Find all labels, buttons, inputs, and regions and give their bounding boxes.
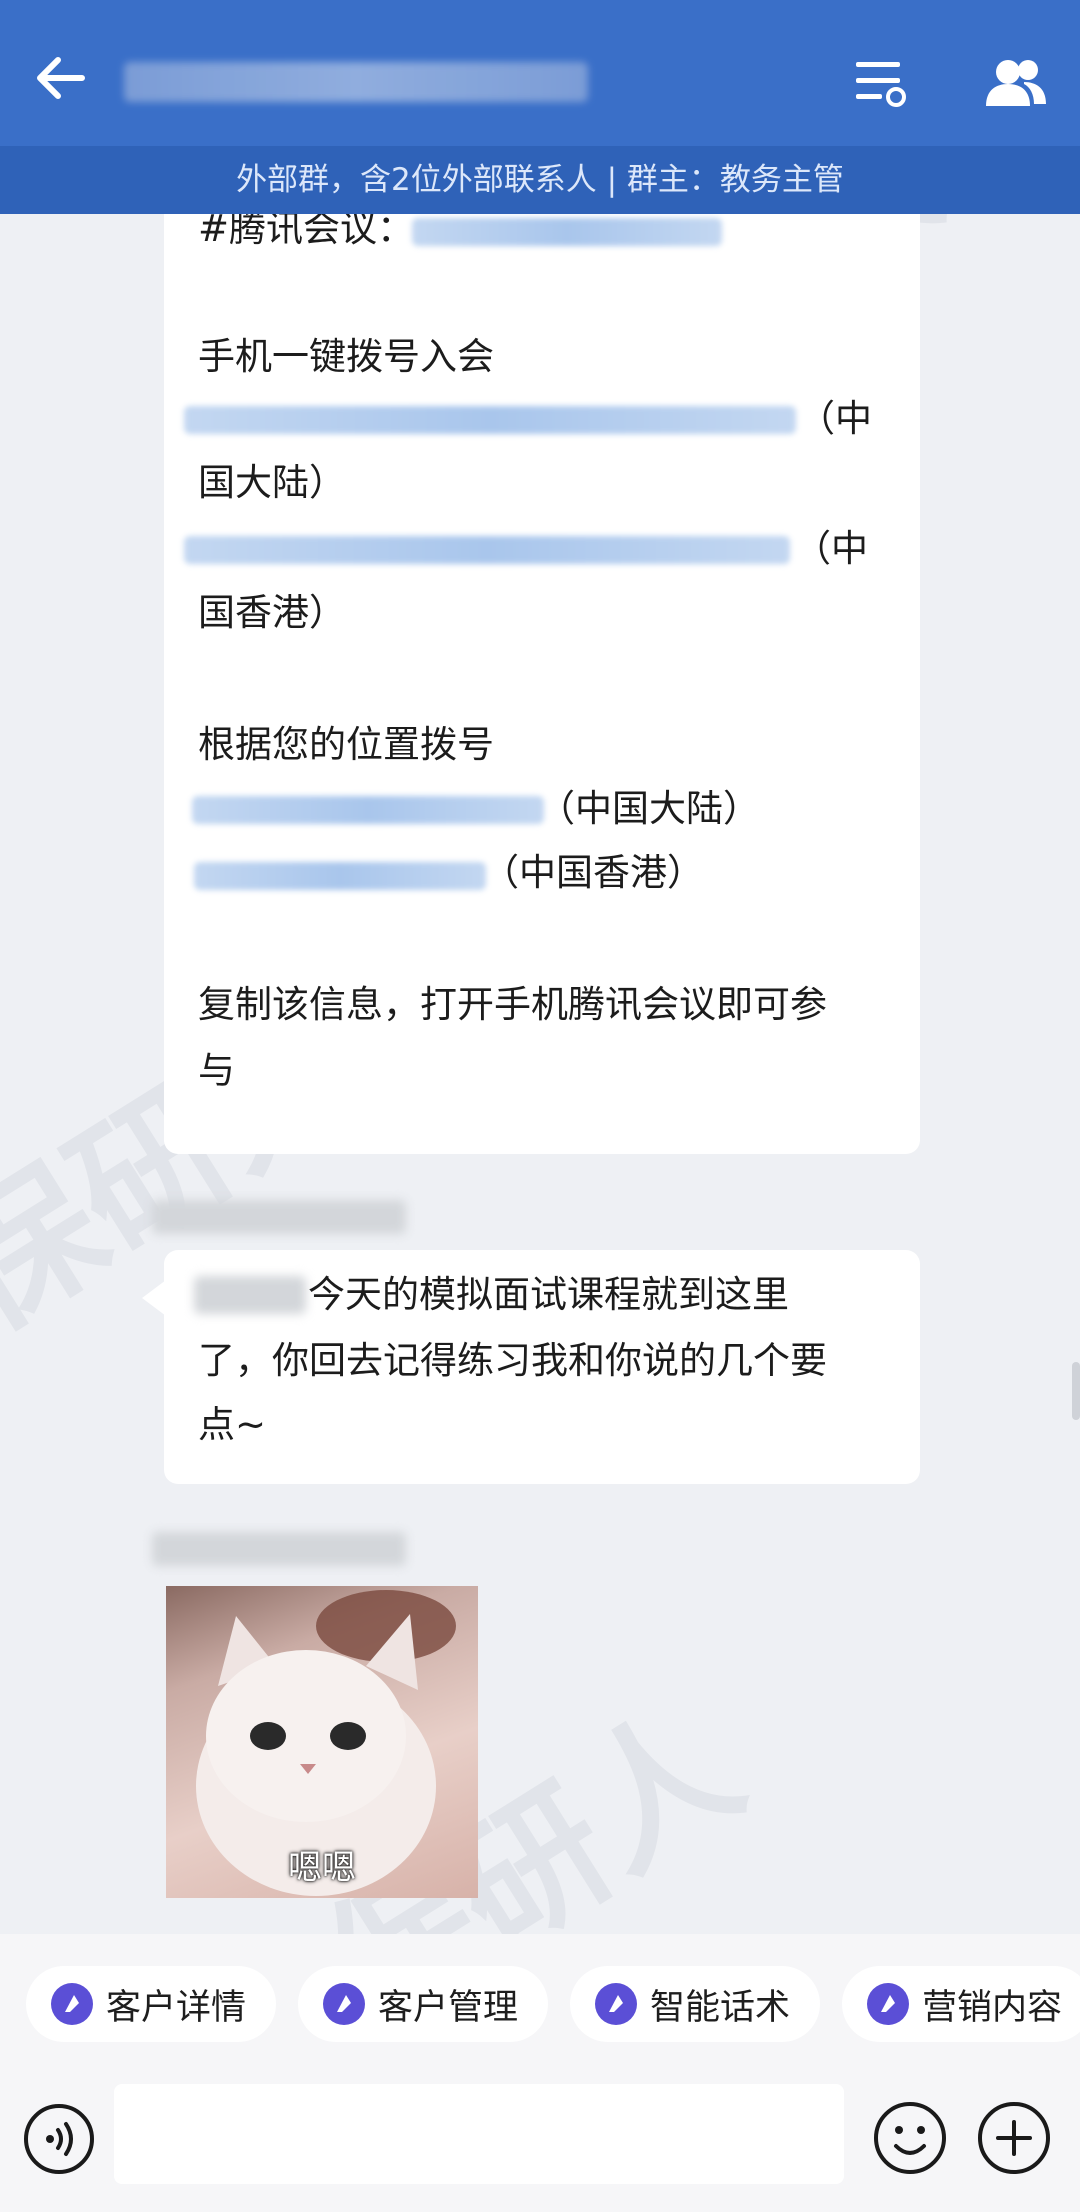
tool-label: 智能话术 xyxy=(650,1987,791,2028)
message-text: 了，你回去记得练习我和你说的几个要 xyxy=(198,1339,827,1382)
toolkit-icon xyxy=(595,1983,637,2025)
tool-label: 营销内容 xyxy=(922,1987,1063,2028)
redacted-meeting-id xyxy=(412,218,722,246)
toolkit-icon xyxy=(867,1983,909,2025)
message-list[interactable]: #腾讯会议： 手机一键拨号入会 （中 国大陆） （中 国香港） 根据您的位置拨号… xyxy=(0,214,1080,1934)
dial-in-heading: 手机一键拨号入会 xyxy=(198,335,494,378)
message-text: 点~ xyxy=(198,1403,267,1446)
tool-customer-details[interactable]: 客户详情 xyxy=(26,1966,276,2042)
toolkit-icon xyxy=(51,1983,93,2025)
redacted-phone xyxy=(184,536,790,564)
scrollbar[interactable] xyxy=(1072,1362,1080,1420)
cat-sticker-image[interactable]: 嗯嗯 xyxy=(166,1586,478,1898)
chat-header xyxy=(0,0,1080,146)
region-suffix: 国大陆） xyxy=(198,461,346,504)
tool-customer-management[interactable]: 客户管理 xyxy=(298,1966,548,2042)
bubble-tail xyxy=(142,1280,166,1316)
message-text: 今天的模拟面试课程就到这里 xyxy=(308,1273,789,1316)
filter-settings-icon[interactable] xyxy=(852,54,908,110)
message-input-bar xyxy=(0,2064,1080,2212)
voice-input-icon[interactable] xyxy=(22,2102,96,2176)
tool-marketing-content[interactable]: 营销内容 xyxy=(842,1966,1080,2042)
tool-smart-scripts[interactable]: 智能话术 xyxy=(570,1966,820,2042)
toolkit-icon xyxy=(323,1983,365,2025)
region-suffix: （中 xyxy=(798,397,872,440)
tool-label: 客户详情 xyxy=(106,1987,247,2028)
chat-title-redacted xyxy=(124,62,588,102)
region-label: （中国香港） xyxy=(482,851,704,894)
redacted-phone xyxy=(192,796,544,824)
location-dial-heading: 根据您的位置拨号 xyxy=(198,723,494,766)
tool-label: 客户管理 xyxy=(378,1987,519,2028)
back-arrow-icon[interactable] xyxy=(30,48,90,108)
emoji-icon[interactable] xyxy=(872,2100,948,2176)
sticker-caption: 嗯嗯 xyxy=(288,1848,356,1888)
redacted-phone xyxy=(194,862,486,890)
meeting-message-bubble[interactable]: #腾讯会议： 手机一键拨号入会 （中 国大陆） （中 国香港） 根据您的位置拨号… xyxy=(164,214,920,1154)
sender-name-redacted xyxy=(152,1200,406,1234)
message-text-field[interactable] xyxy=(114,2084,844,2184)
region-label: （中国大陆） xyxy=(538,787,760,830)
add-attachment-icon[interactable] xyxy=(976,2100,1052,2176)
copy-instruction: 与 xyxy=(198,1049,235,1092)
group-info-bar[interactable]: 外部群，含2位外部联系人 | 群主：教务主管 xyxy=(0,146,1080,214)
text-message-bubble[interactable]: 今天的模拟面试课程就到这里 了，你回去记得练习我和你说的几个要 点~ xyxy=(142,1250,920,1484)
region-suffix: 国香港） xyxy=(198,591,346,634)
copy-instruction: 复制该信息，打开手机腾讯会议即可参 xyxy=(198,983,827,1026)
quick-tools-bar: 客户详情 客户管理 智能话术 营销内容 xyxy=(0,1934,1080,2064)
region-suffix: （中 xyxy=(794,527,868,570)
group-members-icon[interactable] xyxy=(978,54,1050,110)
redacted-phone xyxy=(184,406,796,434)
meeting-label: #腾讯会议： xyxy=(198,214,415,250)
mention-redacted xyxy=(194,1276,306,1314)
sender-name-redacted xyxy=(152,1532,406,1566)
